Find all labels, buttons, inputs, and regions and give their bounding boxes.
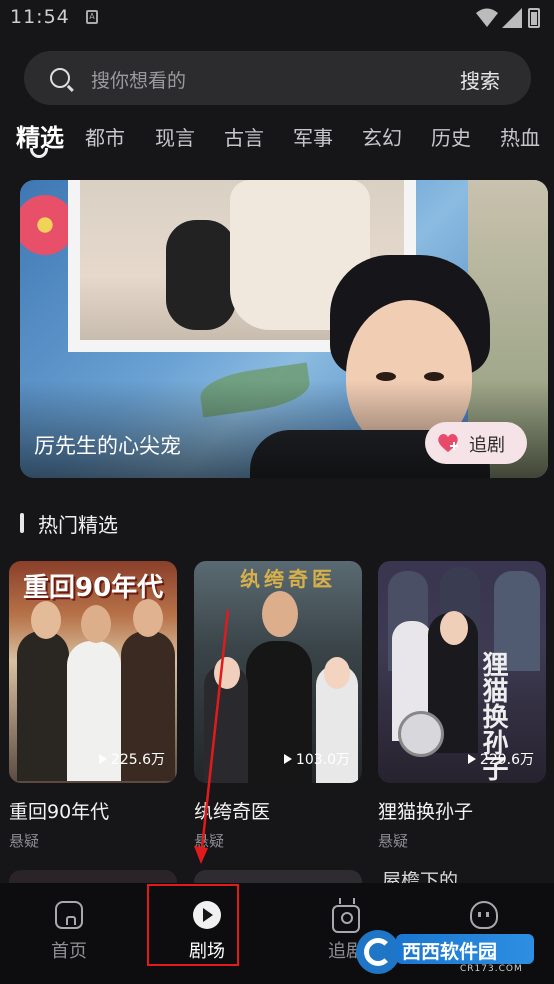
follow-button-label: 追剧 — [469, 435, 505, 456]
heart-add-icon — [438, 434, 458, 452]
featured-banner[interactable]: 厉先生的心尖宠 追剧 — [20, 180, 548, 478]
signal-icon — [502, 8, 522, 28]
follow-button[interactable]: 追剧 — [425, 422, 527, 464]
cover-title-art: 重回90年代 — [23, 573, 164, 603]
play-count: 229.6万 — [467, 749, 534, 769]
next-card-cover — [9, 870, 177, 884]
cover-face — [81, 605, 111, 643]
tab-military[interactable]: 军事 — [293, 122, 333, 151]
drama-title: 狸猫换孙子 — [378, 801, 474, 823]
search-icon — [50, 68, 70, 88]
active-tab-indicator — [30, 148, 48, 158]
annotation-highlight-box — [147, 884, 239, 966]
tab-fantasy[interactable]: 玄幻 — [362, 122, 402, 151]
drama-title: 重回90年代 — [9, 801, 110, 823]
watermark-logo-icon — [356, 930, 400, 974]
tab-modern-romance[interactable]: 现言 — [155, 122, 195, 151]
tab-history[interactable]: 历史 — [431, 122, 471, 151]
play-icon — [467, 754, 476, 764]
banner-title: 厉先生的心尖宠 — [34, 434, 181, 458]
status-time: 11:54 — [10, 6, 70, 28]
play-count-value: 229.6万 — [479, 752, 534, 768]
drama-card[interactable]: 重回90年代 225.6万 重回90年代 悬疑 — [9, 561, 177, 851]
drama-cover: 重回90年代 225.6万 — [9, 561, 177, 783]
section-accent-bar — [20, 513, 24, 533]
tab-home[interactable]: 首页 — [19, 901, 119, 963]
play-count-value: 225.6万 — [110, 752, 165, 768]
play-icon — [283, 754, 292, 764]
pocket-watch-icon — [398, 711, 444, 757]
drama-card[interactable]: 纨绔奇医 103.0万 纨绔奇医 悬疑 — [194, 561, 362, 851]
tab-hot-blood[interactable]: 热血 — [500, 122, 540, 151]
tab-urban[interactable]: 都市 — [85, 122, 125, 151]
section-title: 热门精选 — [38, 513, 118, 537]
drama-genre-tag: 悬疑 — [194, 832, 225, 850]
tv-icon — [332, 905, 360, 933]
banner-photo-hair — [166, 220, 236, 330]
wifi-icon — [476, 8, 498, 27]
watermark-text: 西西软件园 — [402, 941, 498, 963]
drama-title: 纨绔奇医 — [194, 801, 271, 823]
drama-genre-tag: 悬疑 — [378, 832, 409, 850]
cover-face — [133, 599, 163, 637]
search-button[interactable]: 搜索 — [460, 65, 500, 94]
home-icon — [55, 901, 83, 929]
status-bar: 11:54 A — [0, 0, 554, 38]
play-count: 103.0万 — [283, 749, 350, 769]
search-input[interactable]: 搜你想看的 — [91, 66, 186, 93]
watermark-logo: 西西软件园 CR173.COM — [356, 930, 534, 974]
cover-figure — [17, 631, 69, 781]
watermark-badge: 西西软件园 — [396, 934, 534, 964]
cover-face — [214, 657, 240, 689]
mine-icon — [470, 901, 498, 929]
cover-face — [31, 601, 61, 639]
play-icon — [98, 754, 107, 764]
drama-genre-tag: 悬疑 — [9, 832, 40, 850]
drama-cover: 纨绔奇医 103.0万 — [194, 561, 362, 783]
drama-cover: 狸猫换孙子 229.6万 — [378, 561, 546, 783]
tab-ancient-romance[interactable]: 古言 — [224, 122, 264, 151]
watermark-subtext: CR173.COM — [460, 964, 523, 974]
next-card-cover — [194, 870, 362, 884]
category-tabs: 精选 都市 现言 古言 军事 玄幻 历史 热血 — [0, 118, 554, 166]
cover-face — [440, 611, 468, 645]
tab-home-label: 首页 — [51, 941, 87, 962]
battery-icon — [528, 8, 540, 28]
drama-card[interactable]: 狸猫换孙子 229.6万 狸猫换孙子 悬疑 — [378, 561, 546, 851]
play-count-value: 103.0万 — [295, 752, 350, 768]
cover-face — [262, 591, 298, 637]
notification-icon: A — [86, 10, 98, 24]
cover-face — [324, 657, 350, 689]
search-bar[interactable]: 搜你想看的 搜索 — [24, 51, 531, 105]
cover-title-art: 纨绔奇医 — [240, 567, 336, 591]
play-count: 225.6万 — [98, 749, 165, 769]
